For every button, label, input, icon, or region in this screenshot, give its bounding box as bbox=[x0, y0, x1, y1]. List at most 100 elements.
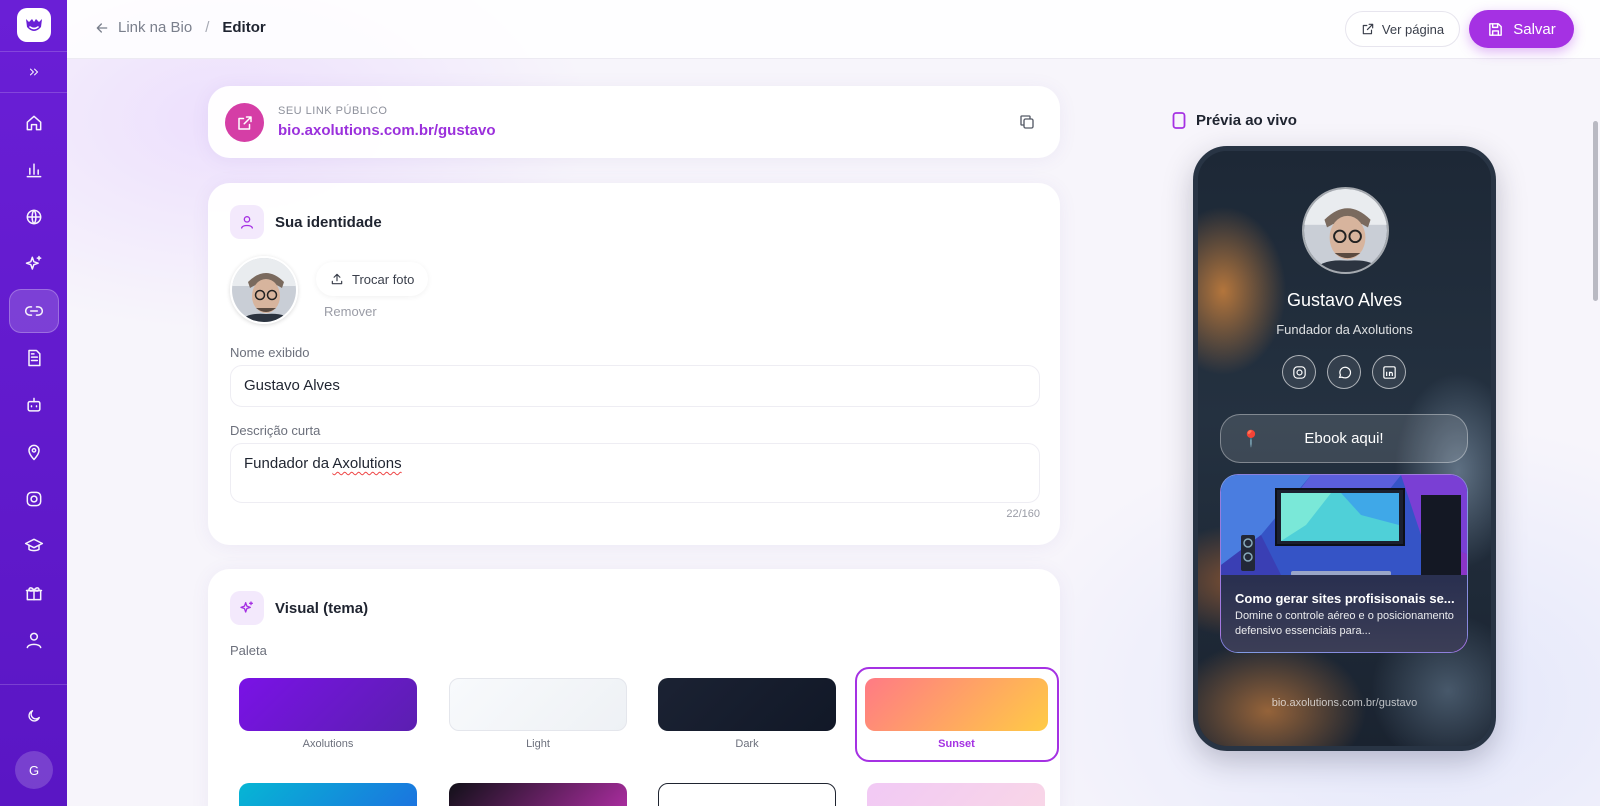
breadcrumb-back-link[interactable]: Link na Bio bbox=[94, 19, 192, 36]
profile-photo[interactable] bbox=[230, 256, 298, 324]
copy-link-button[interactable] bbox=[1018, 113, 1036, 136]
sidebar-item-gifts[interactable] bbox=[9, 571, 59, 615]
identity-header: Sua identidade bbox=[230, 205, 382, 239]
sidebar-item-ai[interactable] bbox=[9, 242, 59, 286]
chevrons-right-icon bbox=[29, 68, 38, 76]
profile-photo-image bbox=[232, 258, 296, 322]
smartphone-icon bbox=[1172, 112, 1186, 129]
palette-swatch bbox=[449, 678, 627, 731]
sidebar: G bbox=[0, 0, 67, 806]
breadcrumb-separator: / bbox=[205, 19, 210, 36]
external-link-icon bbox=[237, 115, 252, 130]
public-link-url[interactable]: bio.axolutions.com.br/gustavo bbox=[278, 122, 496, 139]
visual-badge bbox=[230, 591, 264, 625]
identity-title: Sua identidade bbox=[275, 213, 382, 231]
view-page-button[interactable]: Ver página bbox=[1345, 11, 1460, 47]
change-photo-label: Trocar foto bbox=[352, 271, 415, 287]
bot-icon bbox=[26, 397, 41, 412]
instagram-icon bbox=[1292, 365, 1306, 379]
home-icon bbox=[26, 115, 41, 131]
sidebar-divider bbox=[0, 684, 67, 685]
sidebar-item-analytics[interactable] bbox=[9, 148, 59, 192]
save-button[interactable]: Salvar bbox=[1469, 10, 1574, 48]
change-photo-button[interactable]: Trocar foto bbox=[316, 262, 429, 296]
identity-card: Sua identidade Trocar foto Remover Nome … bbox=[208, 183, 1060, 545]
save-label: Salvar bbox=[1513, 20, 1556, 38]
copy-icon bbox=[1020, 115, 1034, 129]
sidebar-divider bbox=[0, 51, 67, 52]
expand-sidebar-button[interactable] bbox=[9, 56, 59, 88]
preview-avatar-image bbox=[1304, 189, 1387, 272]
visual-header: Visual (tema) bbox=[230, 591, 368, 625]
breadcrumb-parent[interactable]: Link na Bio bbox=[118, 19, 192, 36]
sidebar-item-sites[interactable] bbox=[9, 195, 59, 239]
external-link-icon bbox=[1362, 23, 1374, 35]
preview-social-instagram[interactable] bbox=[1282, 355, 1316, 389]
app-logo[interactable] bbox=[16, 8, 51, 42]
palette-swatch bbox=[658, 678, 836, 731]
palette-name: Sunset bbox=[938, 738, 975, 750]
live-preview-title: Prévia ao vivo bbox=[1196, 112, 1297, 129]
preview-name: Gustavo Alves bbox=[1286, 290, 1403, 310]
sidebar-item-link-bio[interactable] bbox=[8, 289, 59, 333]
description-textarea[interactable]: Fundador da Axolutions bbox=[230, 443, 1040, 503]
scrollbar-thumb[interactable] bbox=[1593, 121, 1598, 301]
theme-toggle-button[interactable] bbox=[9, 694, 59, 738]
view-page-label: Ver página bbox=[1381, 21, 1445, 37]
public-link-card: SEU LINK PÚBLICO bio.axolutions.com.br/g… bbox=[208, 86, 1060, 158]
sparkles-icon bbox=[240, 601, 253, 613]
palette-option-axolutions[interactable]: Axolutions bbox=[239, 678, 417, 764]
user-avatar[interactable]: G bbox=[15, 751, 53, 789]
palette-name: Light bbox=[526, 738, 550, 750]
arrow-left-icon bbox=[96, 22, 108, 33]
palette-name: Axolutions bbox=[302, 738, 354, 750]
file-text-icon bbox=[27, 349, 41, 367]
palette-option-sunset[interactable]: Sunset bbox=[865, 678, 1048, 764]
sidebar-item-courses[interactable] bbox=[9, 524, 59, 568]
sidebar-item-bots[interactable] bbox=[9, 383, 59, 427]
preview-description: Fundador da Axolutions bbox=[1276, 322, 1413, 337]
preview-social-whatsapp[interactable] bbox=[1327, 355, 1361, 389]
linkedin-icon bbox=[1382, 365, 1396, 379]
sidebar-item-home[interactable] bbox=[9, 101, 59, 145]
graduation-cap-icon bbox=[24, 538, 43, 552]
description-field-label: Descrição curta bbox=[230, 423, 321, 438]
phone-preview: Gustavo Alves Fundador da Axolutions 📍 E… bbox=[1193, 146, 1496, 751]
identity-badge bbox=[230, 205, 264, 239]
top-bar: Link na Bio / Editor Ver página Salvar bbox=[67, 0, 1600, 59]
palette-swatch bbox=[865, 678, 1048, 731]
preview-link-button-label: Ebook aqui! bbox=[1304, 430, 1384, 447]
preview-link-button[interactable]: 📍 Ebook aqui! bbox=[1220, 414, 1468, 463]
sidebar-item-documents[interactable] bbox=[9, 336, 59, 380]
sidebar-item-profile[interactable] bbox=[9, 618, 59, 662]
palette-option-pastel[interactable] bbox=[867, 783, 1045, 806]
globe-icon bbox=[26, 209, 41, 225]
media-subtitle: Domine o controle aéreo e o posicionamen… bbox=[1235, 610, 1454, 637]
main-area: Link na Bio / Editor Ver página Salvar S… bbox=[67, 0, 1600, 806]
preview-social-linkedin[interactable] bbox=[1372, 355, 1406, 389]
preview-media-card[interactable]: Como gerar sites profisisonais se... Dom… bbox=[1220, 474, 1468, 653]
sidebar-item-instagram[interactable] bbox=[9, 477, 59, 521]
upload-icon bbox=[331, 273, 343, 285]
palette-option-minimal[interactable] bbox=[658, 783, 836, 806]
user-icon bbox=[26, 632, 41, 649]
user-icon bbox=[241, 216, 253, 229]
sparkles-icon bbox=[25, 255, 41, 270]
page-scrollbar[interactable] bbox=[1591, 59, 1600, 806]
preview-avatar bbox=[1302, 187, 1389, 274]
public-link-badge bbox=[225, 103, 264, 142]
media-title: Como gerar sites profisisonais se... bbox=[1235, 591, 1455, 606]
palette-option-ocean[interactable] bbox=[239, 783, 417, 806]
remove-photo-button[interactable]: Remover bbox=[324, 304, 377, 319]
name-input[interactable]: Gustavo Alves bbox=[230, 365, 1040, 407]
sidebar-item-locations[interactable] bbox=[9, 430, 59, 474]
palette-option-light[interactable]: Light bbox=[449, 678, 627, 764]
palette-option-neon[interactable] bbox=[449, 783, 627, 806]
map-pin-icon bbox=[27, 444, 40, 461]
breadcrumb: Link na Bio / Editor bbox=[94, 19, 266, 36]
visual-title: Visual (tema) bbox=[275, 599, 369, 617]
instagram-icon bbox=[26, 491, 41, 507]
public-link-label: SEU LINK PÚBLICO bbox=[278, 105, 388, 117]
palette-option-dark[interactable]: Dark bbox=[658, 678, 836, 764]
palette-name: Dark bbox=[735, 738, 759, 750]
